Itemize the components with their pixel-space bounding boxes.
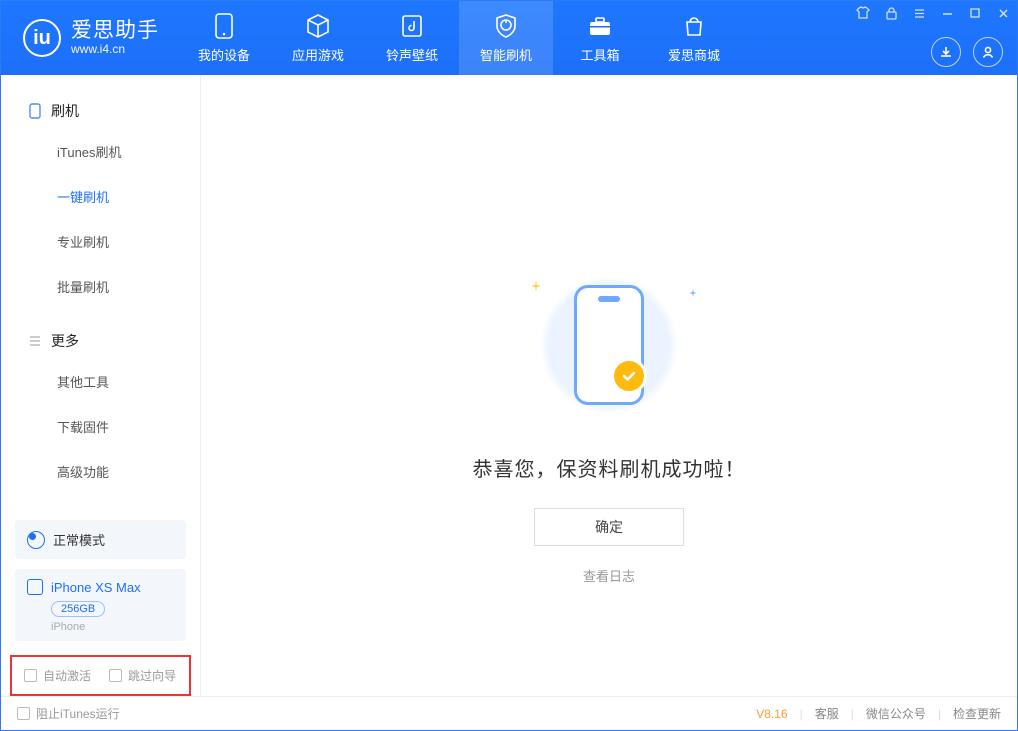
header: iu 爱思助手 www.i4.cn 我的设备 应用游戏 铃声壁纸 智能刷机 [1, 1, 1017, 75]
ok-button[interactable]: 确定 [534, 508, 684, 546]
nav-apps[interactable]: 应用游戏 [271, 1, 365, 75]
phone-icon [27, 103, 43, 119]
nav-toolbox[interactable]: 工具箱 [553, 1, 647, 75]
device-phone-icon [27, 579, 43, 595]
sidebar-item-other-tools[interactable]: 其他工具 [1, 359, 200, 404]
device-capacity: 256GB [51, 601, 105, 617]
nav-flash[interactable]: 智能刷机 [459, 1, 553, 75]
sidebar-item-download-firmware[interactable]: 下载固件 [1, 404, 200, 449]
sidebar-section-flash[interactable]: 刷机 [1, 93, 200, 129]
nav-my-device[interactable]: 我的设备 [177, 1, 271, 75]
check-badge-icon [611, 358, 647, 394]
checkbox-block-itunes[interactable]: 阻止iTunes运行 [17, 705, 120, 722]
sparkle-icon [689, 289, 697, 297]
phone-icon [574, 285, 644, 405]
body: 刷机 iTunes刷机 一键刷机 专业刷机 批量刷机 更多 其他工具 下载固件 … [1, 75, 1017, 696]
menu-lines-icon [27, 333, 43, 349]
sidebar-item-batch-flash[interactable]: 批量刷机 [1, 264, 200, 309]
menu-icon[interactable] [911, 5, 927, 21]
device-type: iPhone [51, 621, 174, 633]
success-illustration [539, 275, 679, 415]
app-window: iu 爱思助手 www.i4.cn 我的设备 应用游戏 铃声壁纸 智能刷机 [0, 0, 1018, 731]
support-link[interactable]: 客服 [815, 705, 839, 722]
check-update-link[interactable]: 检查更新 [953, 705, 1001, 722]
sidebar-item-oneclick-flash[interactable]: 一键刷机 [1, 174, 200, 219]
sidebar-item-itunes-flash[interactable]: iTunes刷机 [1, 129, 200, 174]
sidebar: 刷机 iTunes刷机 一键刷机 专业刷机 批量刷机 更多 其他工具 下载固件 … [1, 75, 201, 696]
bag-icon [681, 13, 707, 39]
shield-icon [493, 13, 519, 39]
device-card[interactable]: iPhone XS Max 256GB iPhone [15, 569, 186, 641]
user-button[interactable] [973, 37, 1003, 67]
success-message: 恭喜您，保资料刷机成功啦！ [473, 453, 746, 482]
device-icon [211, 13, 237, 39]
download-button[interactable] [931, 37, 961, 67]
sparkle-icon [531, 281, 539, 289]
close-button[interactable] [995, 5, 1011, 21]
sidebar-section-more[interactable]: 更多 [1, 323, 200, 359]
lock-icon[interactable] [883, 5, 899, 21]
checkbox-auto-activate[interactable]: 自动激活 [24, 667, 91, 684]
wechat-link[interactable]: 微信公众号 [866, 705, 926, 722]
logo-icon: iu [23, 19, 61, 57]
footer: 阻止iTunes运行 V8.16 | 客服 | 微信公众号 | 检查更新 [1, 696, 1017, 730]
sidebar-bottom: 正常模式 iPhone XS Max 256GB iPhone 自动激活 跳过向… [1, 520, 200, 696]
top-nav: 我的设备 应用游戏 铃声壁纸 智能刷机 工具箱 爱思商城 [177, 1, 741, 75]
mode-icon [27, 531, 45, 549]
toolbox-icon [587, 13, 613, 39]
highlighted-options: 自动激活 跳过向导 [10, 655, 191, 696]
logo[interactable]: iu 爱思助手 www.i4.cn [1, 1, 177, 75]
view-log-link[interactable]: 查看日志 [583, 566, 635, 585]
sidebar-item-pro-flash[interactable]: 专业刷机 [1, 219, 200, 264]
sidebar-item-advanced[interactable]: 高级功能 [1, 449, 200, 494]
mode-indicator[interactable]: 正常模式 [15, 520, 186, 559]
maximize-button[interactable] [967, 5, 983, 21]
app-domain: www.i4.cn [71, 43, 159, 57]
checkbox-skip-guide[interactable]: 跳过向导 [109, 667, 176, 684]
minimize-button[interactable] [939, 5, 955, 21]
cube-icon [305, 13, 331, 39]
version-label: V8.16 [756, 707, 787, 721]
music-icon [399, 13, 425, 39]
nav-store[interactable]: 爱思商城 [647, 1, 741, 75]
device-name: iPhone XS Max [51, 580, 141, 595]
app-name: 爱思助手 [71, 19, 159, 43]
window-controls [855, 5, 1011, 21]
main-pane: 恭喜您，保资料刷机成功啦！ 确定 查看日志 [201, 75, 1017, 696]
nav-ringtones[interactable]: 铃声壁纸 [365, 1, 459, 75]
tshirt-icon[interactable] [855, 5, 871, 21]
